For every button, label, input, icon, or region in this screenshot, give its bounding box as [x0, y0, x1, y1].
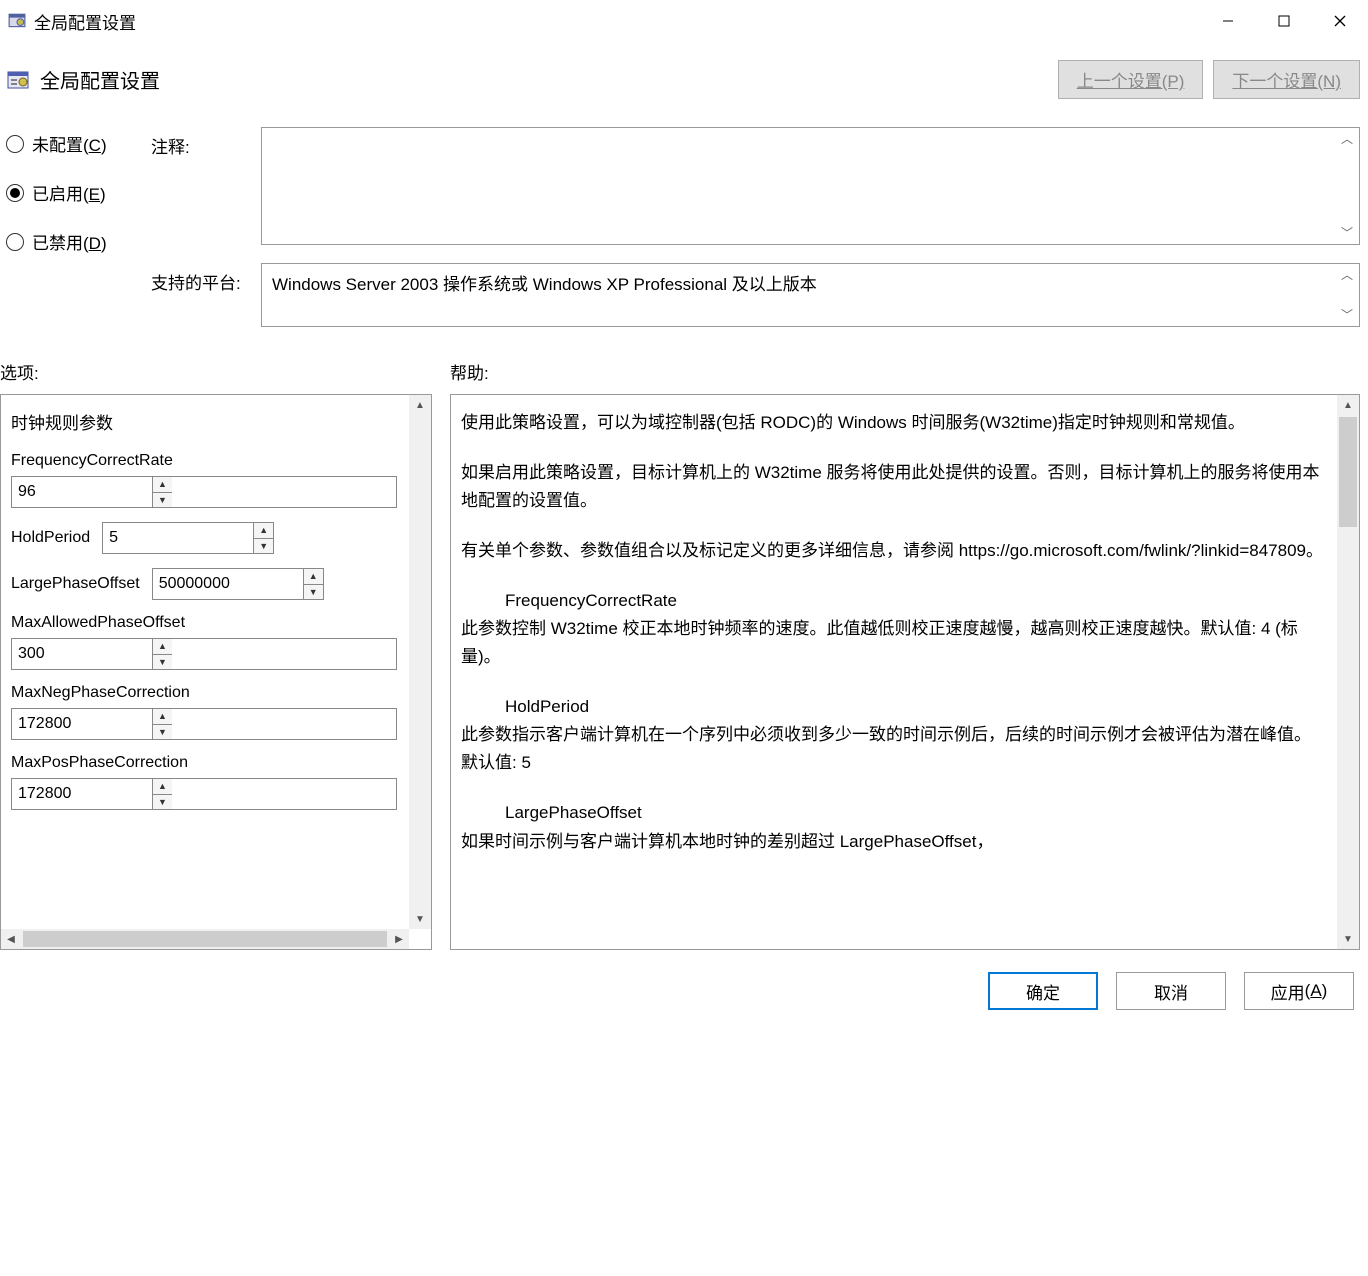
- help-panel: 使用此策略设置，可以为域控制器(包括 RODC)的 Windows 时间服务(W…: [450, 394, 1360, 950]
- scroll-up-icon[interactable]: ▲: [1337, 395, 1359, 415]
- header: 全局配置设置 上一个设置(P) 下一个设置(N): [0, 42, 1368, 109]
- hold-period-spinner[interactable]: ▲▼: [102, 522, 274, 554]
- spinner-input[interactable]: [12, 639, 152, 669]
- spin-down-icon[interactable]: ▼: [153, 655, 172, 670]
- platform-textbox[interactable]: Windows Server 2003 操作系统或 Windows XP Pro…: [261, 263, 1360, 327]
- spinner-input[interactable]: [103, 523, 253, 553]
- help-vertical-scrollbar[interactable]: ▲ ▼: [1337, 395, 1359, 949]
- spin-up-icon[interactable]: ▲: [304, 569, 323, 585]
- scroll-up-icon[interactable]: ︿: [1337, 268, 1357, 282]
- help-text: 使用此策略设置，可以为域控制器(包括 RODC)的 Windows 时间服务(W…: [451, 395, 1359, 892]
- titlebar-title: 全局配置设置: [34, 9, 1200, 34]
- max-neg-phase-correction-spinner[interactable]: ▲▼: [11, 708, 397, 740]
- spin-down-icon[interactable]: ▼: [254, 539, 273, 554]
- options-section-label: 选项:: [0, 359, 450, 384]
- large-phase-offset-spinner[interactable]: ▲▼: [152, 568, 324, 600]
- help-section-label: 帮助:: [450, 359, 489, 384]
- spin-down-icon[interactable]: ▼: [153, 725, 172, 740]
- platform-label: 支持的平台:: [151, 263, 261, 294]
- titlebar: 全局配置设置: [0, 0, 1368, 42]
- cancel-button[interactable]: 取消: [1116, 972, 1226, 1010]
- scrollbar-thumb[interactable]: [23, 931, 387, 947]
- spinner-input[interactable]: [12, 477, 152, 507]
- window-icon: [8, 12, 26, 30]
- param-label: MaxNegPhaseCorrection: [11, 684, 397, 702]
- header-title: 全局配置设置: [40, 65, 1048, 94]
- settings-icon: [6, 68, 30, 92]
- scroll-down-icon[interactable]: ▼: [409, 909, 431, 929]
- next-setting-button[interactable]: 下一个设置(N): [1213, 60, 1360, 99]
- comment-textbox[interactable]: ︿ ﹀: [261, 127, 1360, 245]
- scroll-up-icon[interactable]: ︿: [1337, 132, 1357, 146]
- maximize-button[interactable]: [1256, 0, 1312, 42]
- scroll-left-icon[interactable]: ◀: [1, 929, 21, 949]
- spin-up-icon[interactable]: ▲: [153, 477, 172, 493]
- comment-label: 注释:: [151, 127, 261, 158]
- close-button[interactable]: [1312, 0, 1368, 42]
- scroll-down-icon[interactable]: ▼: [1337, 929, 1359, 949]
- param-label: MaxPosPhaseCorrection: [11, 754, 397, 772]
- spin-down-icon[interactable]: ▼: [153, 795, 172, 810]
- spinner-input[interactable]: [153, 569, 303, 599]
- spin-up-icon[interactable]: ▲: [153, 779, 172, 795]
- scroll-down-icon[interactable]: ﹀: [1337, 308, 1357, 322]
- spin-up-icon[interactable]: ▲: [153, 639, 172, 655]
- radio-icon: [6, 233, 24, 251]
- scroll-down-icon[interactable]: ﹀: [1337, 226, 1357, 240]
- prev-setting-button[interactable]: 上一个设置(P): [1058, 60, 1204, 99]
- spin-up-icon[interactable]: ▲: [254, 523, 273, 539]
- param-label: FrequencyCorrectRate: [11, 452, 397, 470]
- scroll-up-icon[interactable]: ▲: [409, 395, 431, 415]
- options-horizontal-scrollbar[interactable]: ◀ ▶: [1, 929, 409, 949]
- options-heading: 时钟规则参数: [11, 409, 397, 434]
- radio-icon: [6, 184, 24, 202]
- minimize-button[interactable]: [1200, 0, 1256, 42]
- radio-enabled[interactable]: 已启用(E): [6, 180, 151, 205]
- spin-down-icon[interactable]: ▼: [304, 585, 323, 600]
- ok-button[interactable]: 确定: [988, 972, 1098, 1010]
- param-label: LargePhaseOffset: [11, 575, 140, 593]
- param-label: HoldPeriod: [11, 529, 90, 547]
- spinner-input[interactable]: [12, 709, 152, 739]
- apply-button[interactable]: 应用(A): [1244, 972, 1354, 1010]
- max-pos-phase-correction-spinner[interactable]: ▲▼: [11, 778, 397, 810]
- frequency-correct-rate-spinner[interactable]: ▲▼: [11, 476, 397, 508]
- max-allowed-phase-offset-spinner[interactable]: ▲▼: [11, 638, 397, 670]
- radio-icon: [6, 135, 24, 153]
- options-panel: 时钟规则参数 FrequencyCorrectRate ▲▼ HoldPerio…: [0, 394, 432, 950]
- scroll-right-icon[interactable]: ▶: [389, 929, 409, 949]
- radio-not-configured[interactable]: 未配置(C): [6, 131, 151, 156]
- options-vertical-scrollbar[interactable]: ▲ ▼: [409, 395, 431, 929]
- spin-down-icon[interactable]: ▼: [153, 493, 172, 508]
- param-label: MaxAllowedPhaseOffset: [11, 614, 397, 632]
- scrollbar-thumb[interactable]: [1339, 417, 1357, 527]
- spin-up-icon[interactable]: ▲: [153, 709, 172, 725]
- radio-disabled[interactable]: 已禁用(D): [6, 229, 151, 254]
- spinner-input[interactable]: [12, 779, 152, 809]
